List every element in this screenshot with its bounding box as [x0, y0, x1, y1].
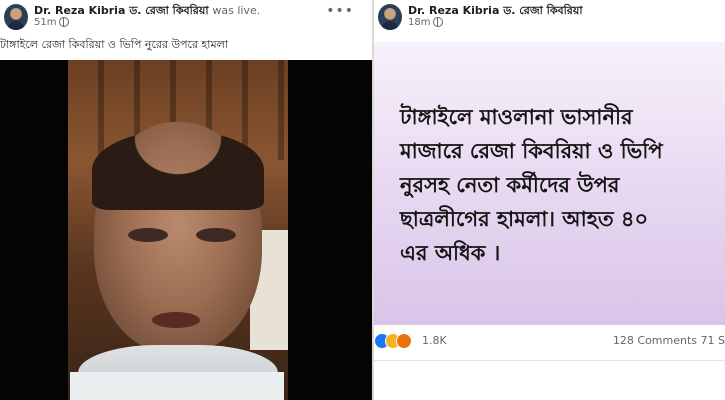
- person-shirt: [70, 372, 284, 400]
- globe-icon: [433, 17, 444, 27]
- video-letterbox-right: [288, 60, 372, 400]
- post-meta: 51m: [34, 17, 70, 28]
- comments-shares-count[interactable]: 128 Comments 71 S: [613, 334, 725, 347]
- more-options-button[interactable]: •••: [326, 3, 354, 19]
- live-video-frame[interactable]: [0, 60, 372, 400]
- person-right-eye: [196, 228, 236, 242]
- person-left-eye: [128, 228, 168, 242]
- live-status: was live.: [212, 4, 261, 17]
- author-name[interactable]: Dr. Reza Kibria ড. রেজা কিবরিয়া: [34, 4, 209, 17]
- post-footer-divider: [374, 360, 725, 361]
- post-meta: 18m: [408, 17, 444, 28]
- post-body-text: টাঙ্গাইলে মাওলানা ভাসানীর মাজারে রেজা কি…: [400, 105, 663, 265]
- person-mouth: [152, 312, 200, 328]
- author-avatar[interactable]: [378, 4, 402, 30]
- angry-icon: [396, 333, 412, 349]
- post-time[interactable]: 18m: [408, 17, 430, 28]
- live-video-post: Dr. Reza Kibria ড. রেজা কিবরিয়া was liv…: [0, 0, 372, 400]
- video-letterbox-left: [0, 60, 68, 400]
- author-avatar[interactable]: [4, 4, 28, 30]
- post-caption: টাঙ্গাইলে রেজা কিবরিয়া ও ভিপি নুরের উপর…: [0, 38, 228, 51]
- globe-icon: [59, 17, 70, 27]
- reaction-count: 1.8K: [422, 334, 447, 347]
- person-hair: [92, 130, 264, 210]
- text-post-background: টাঙ্গাইলে মাওলানা ভাসানীর মাজারে রেজা কি…: [374, 42, 725, 325]
- text-post: Dr. Reza Kibria ড. রেজা কিবরিয়া 18m টাঙ…: [374, 0, 725, 400]
- post-time[interactable]: 51m: [34, 17, 56, 28]
